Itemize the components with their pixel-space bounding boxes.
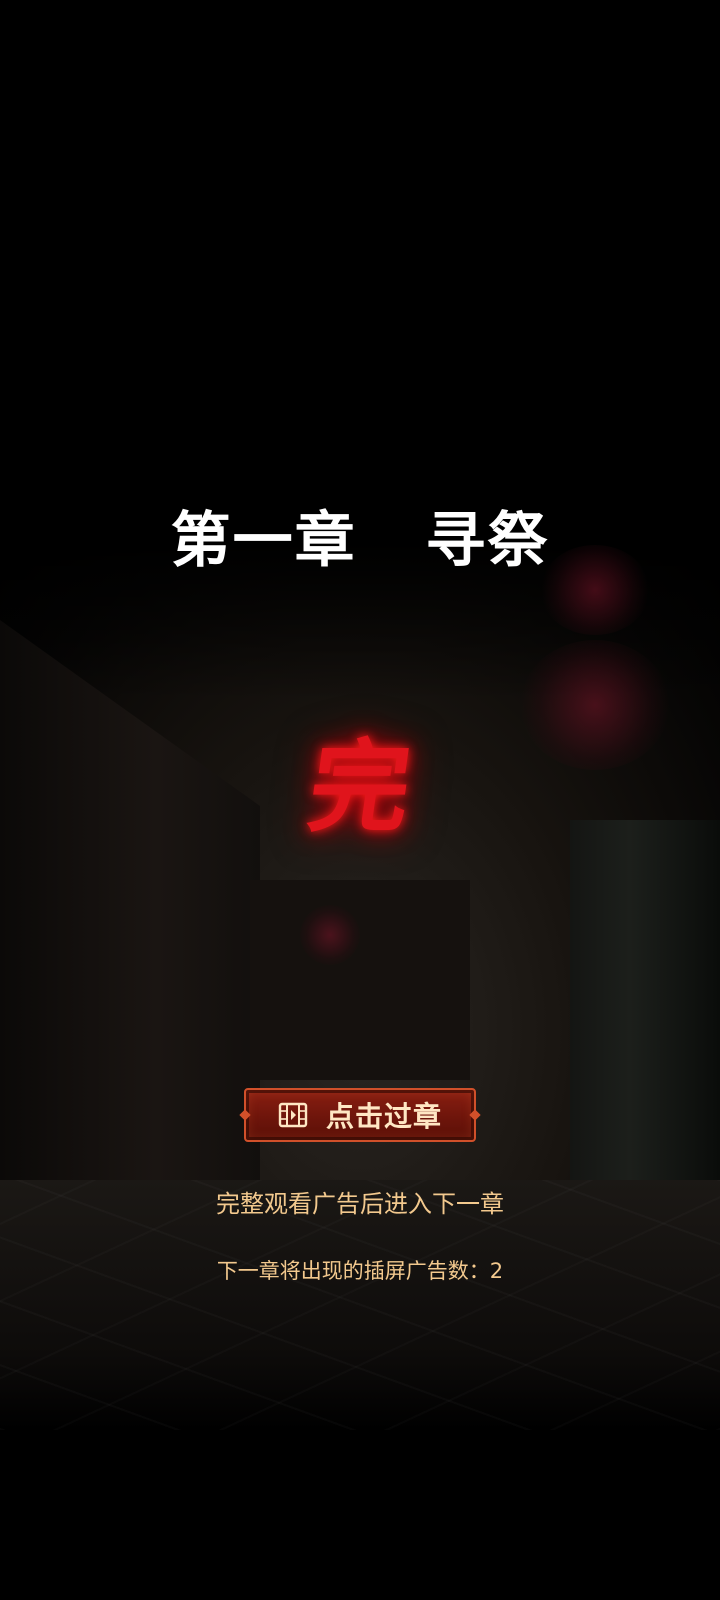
interstitial-ad-count: 下一章将出现的插屏广告数：2 — [216, 1259, 504, 1283]
right-buildings-decoration — [570, 820, 720, 1240]
chapter-title: 第一章 寻祭 — [170, 506, 550, 576]
skip-chapter-label: 点击过章 — [325, 1100, 442, 1133]
film-icon — [278, 1102, 308, 1128]
chapter-complete-screen: 第一章 寻祭 完 点击过章 完整观看广告后进入下一章 下一章将出现的插屏广告数：… — [0, 0, 720, 1600]
red-lantern-decoration — [300, 905, 360, 965]
middle-buildings-decoration — [250, 880, 470, 1080]
chapter-end-mark: 完 — [301, 729, 419, 846]
skip-chapter-button[interactable]: 点击过章 — [244, 1088, 476, 1142]
watch-ad-hint: 完整观看广告后进入下一章 — [216, 1190, 504, 1218]
